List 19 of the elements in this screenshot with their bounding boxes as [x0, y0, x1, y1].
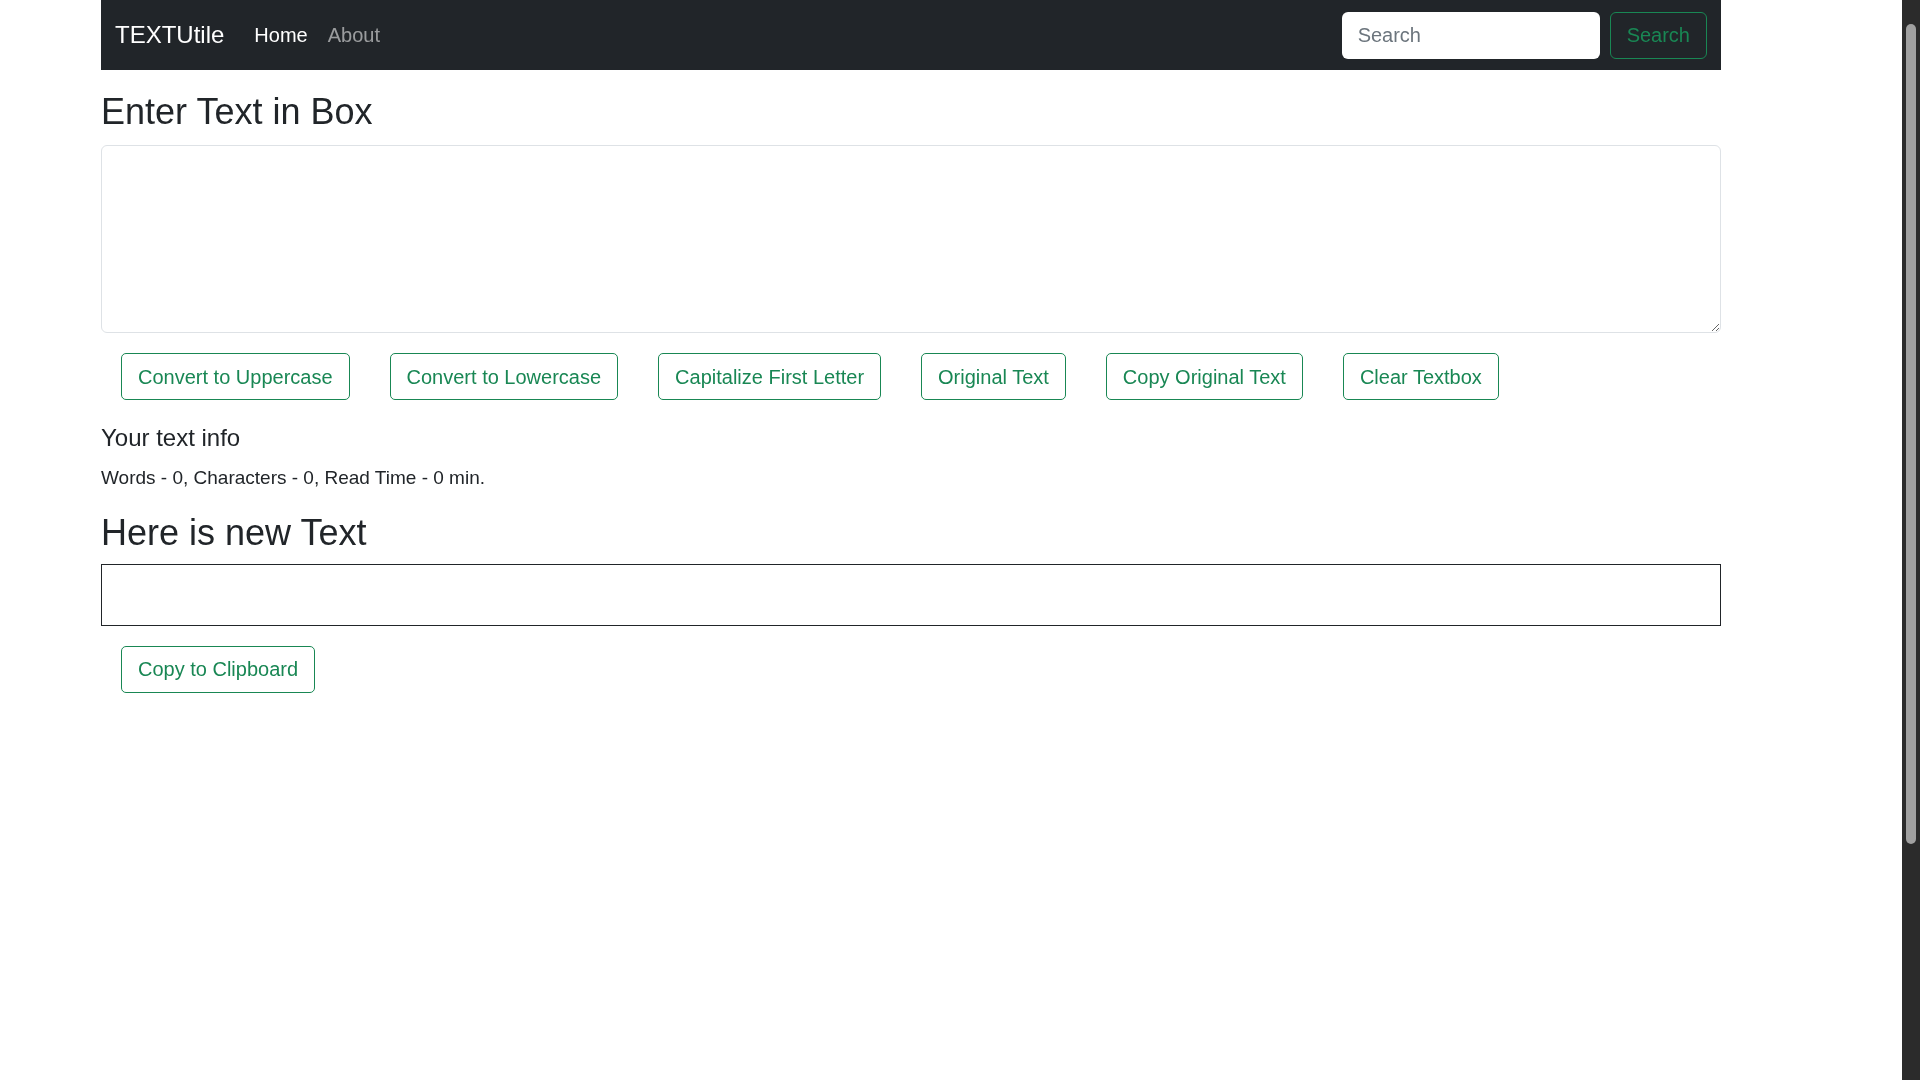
action-button[interactable]: Convert to Uppercase: [121, 353, 350, 401]
nav-link[interactable]: Home: [254, 20, 308, 50]
brand-link[interactable]: TEXTUtile: [115, 17, 225, 53]
text-input-area[interactable]: [101, 145, 1721, 334]
action-button[interactable]: Copy Original Text: [1105, 353, 1303, 401]
copy-button[interactable]: Copy to Clipboard: [121, 645, 316, 693]
info-heading: Your text info: [101, 423, 242, 454]
text-stats: Words - 0, Characters - 0, Read Time - 0 min.: [101, 466, 486, 491]
nav-link[interactable]: About: [327, 20, 380, 50]
section-heading: Here is new Text: [101, 510, 368, 554]
scrollbar-thumb[interactable]: [1906, 24, 1916, 844]
action-button[interactable]: Original Text: [921, 353, 1066, 401]
action-button[interactable]: Convert to Lowercase: [389, 353, 619, 401]
search-button[interactable]: Search: [1609, 11, 1707, 59]
section-heading: Enter Text in Box: [101, 90, 374, 134]
action-button[interactable]: Capitalize First Letter: [658, 353, 882, 401]
action-button[interactable]: Clear Textbox: [1342, 353, 1499, 401]
search-field[interactable]: Search: [1341, 11, 1600, 59]
scrollbar[interactable]: [1902, 0, 1920, 1080]
